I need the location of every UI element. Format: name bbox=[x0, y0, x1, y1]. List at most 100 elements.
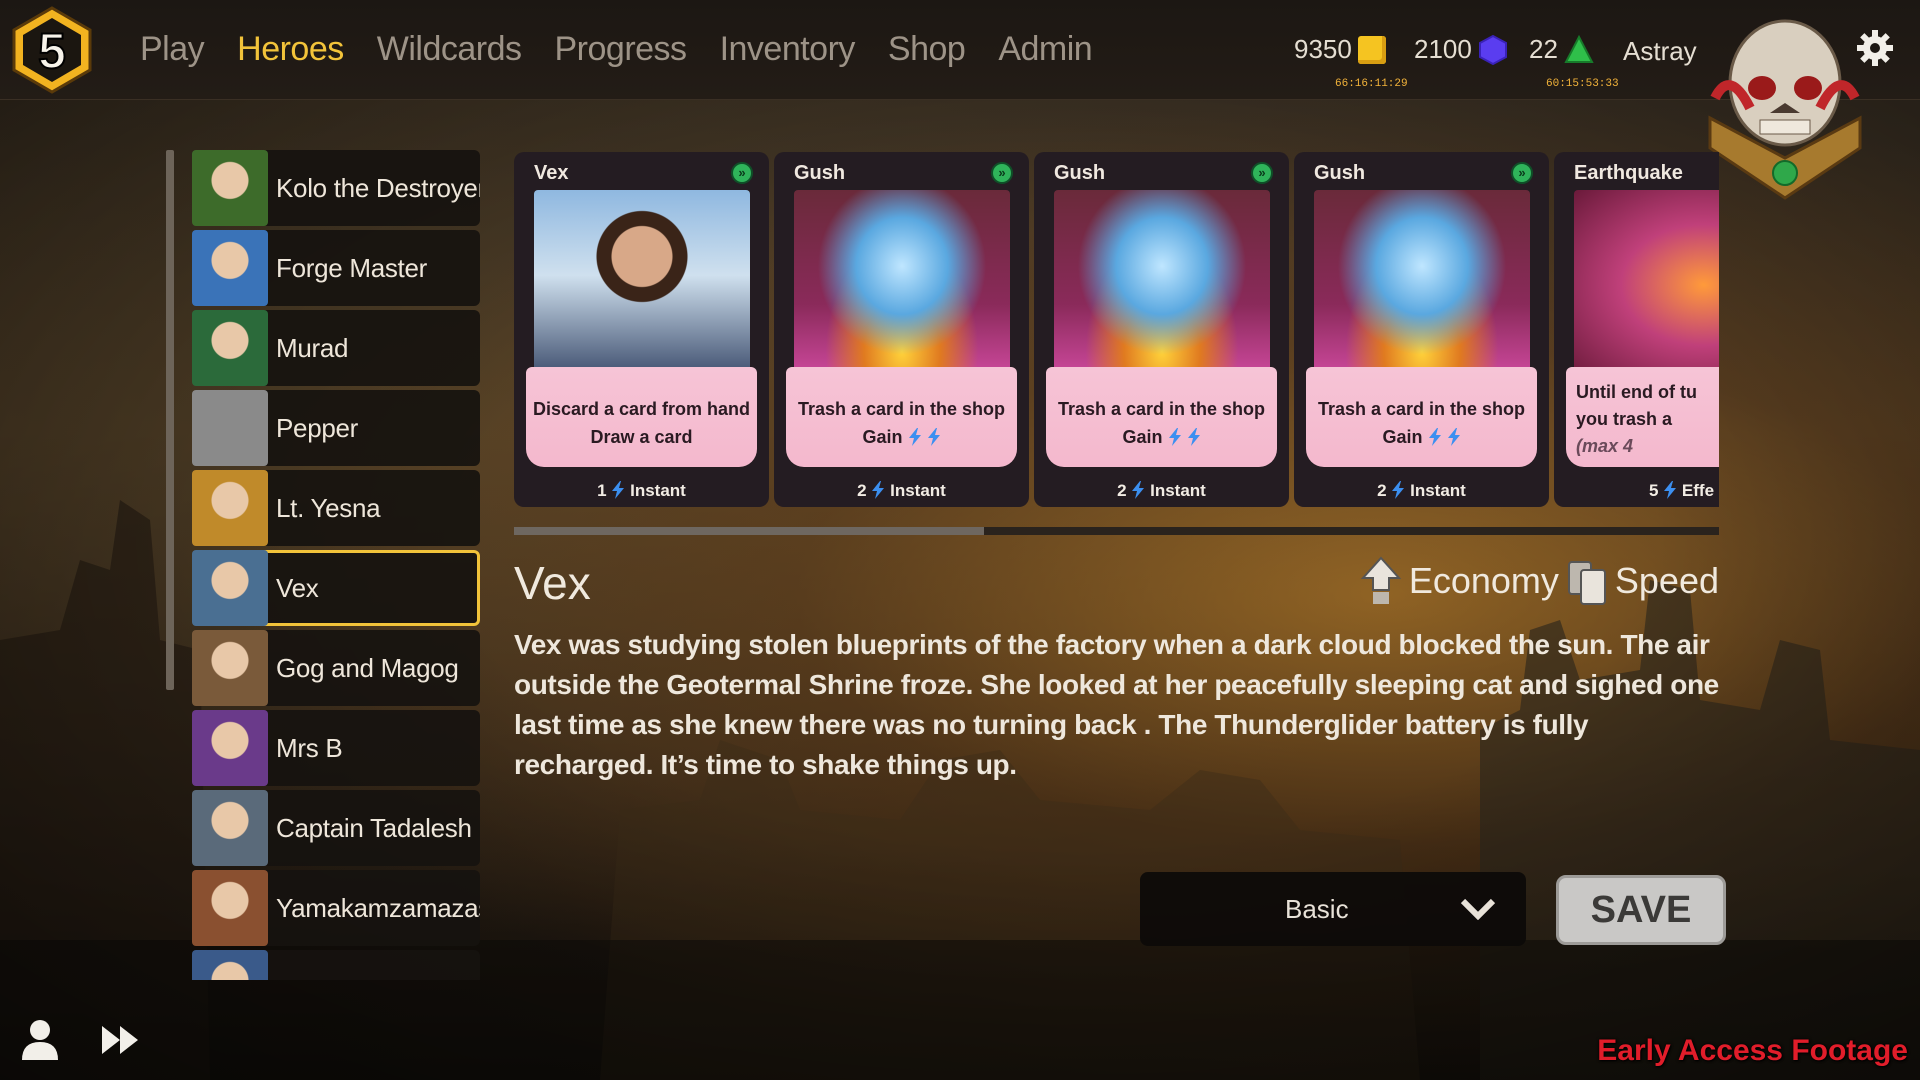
hero-list-item[interactable]: Pepper bbox=[192, 390, 480, 466]
nav-inventory[interactable]: Inventory bbox=[720, 30, 856, 69]
hero-portrait bbox=[192, 150, 268, 226]
energy-currency[interactable]: 22 bbox=[1529, 34, 1594, 65]
card-upgrade-badge-icon[interactable]: » bbox=[1511, 162, 1533, 184]
hero-list-item[interactable] bbox=[192, 950, 480, 980]
save-button[interactable]: SAVE bbox=[1556, 875, 1726, 945]
card-text: Until end of tu you trash a (max 4 bbox=[1566, 367, 1719, 467]
card-title: Gush bbox=[1314, 162, 1366, 184]
energy-bolt-icon bbox=[612, 481, 625, 499]
card-art bbox=[1574, 190, 1719, 380]
card-upgrade-badge-icon[interactable]: » bbox=[731, 162, 753, 184]
hero-portrait bbox=[192, 310, 268, 386]
card-title: Earthquake bbox=[1574, 162, 1683, 184]
card-scroll-thumb[interactable] bbox=[514, 527, 984, 535]
card-art bbox=[1054, 190, 1270, 380]
gold-timer: 66:16:11:29 bbox=[1335, 78, 1408, 90]
nav-admin[interactable]: Admin bbox=[998, 30, 1092, 69]
card-text: Trash a card in the shop Gain bbox=[786, 367, 1017, 467]
main-nav: Play Heroes Wildcards Progress Inventory Shop… bbox=[140, 30, 1125, 69]
card-type: Effe bbox=[1681, 481, 1715, 500]
card-cost-type: 1 Instant bbox=[514, 481, 769, 501]
deck-select-dropdown[interactable]: Basic bbox=[1140, 872, 1526, 946]
hero-list-item[interactable]: Captain Tadalesh bbox=[192, 790, 480, 866]
hero-list-item[interactable]: Mrs B bbox=[192, 710, 480, 786]
gem-amount: 2100 bbox=[1414, 34, 1472, 64]
logo-number: 5 bbox=[38, 23, 66, 79]
hero-list-item[interactable]: Forge Master bbox=[192, 230, 480, 306]
card-art bbox=[794, 190, 1010, 380]
nav-heroes[interactable]: Heroes bbox=[237, 30, 344, 69]
card-line1: Trash a card in the shop bbox=[797, 399, 1006, 419]
hero-name: Lt. Yesna bbox=[276, 492, 381, 523]
hero-list-item[interactable]: Murad bbox=[192, 310, 480, 386]
card-cost-type: 2 Instant bbox=[774, 481, 1029, 501]
card-type: Instant bbox=[1150, 481, 1206, 500]
energy-bolt-icon bbox=[1168, 428, 1181, 446]
card-vex[interactable]: Vex » Discard a card from hand Draw a card 1… bbox=[514, 152, 769, 507]
chevron-down-icon bbox=[1460, 898, 1496, 920]
card-art bbox=[1314, 190, 1530, 380]
economy-tag: Economy bbox=[1408, 560, 1559, 601]
hero-portrait bbox=[192, 710, 268, 786]
gem-currency[interactable]: 2100 bbox=[1414, 34, 1508, 65]
hero-name: Captain Tadalesh bbox=[276, 812, 472, 843]
card-gush[interactable]: Gush » Trash a card in the shop Gain 2 Inst… bbox=[774, 152, 1029, 507]
energy-bolt-icon bbox=[1132, 481, 1145, 499]
nav-wildcards[interactable]: Wildcards bbox=[377, 30, 522, 69]
card-line2: you trash a bbox=[1576, 409, 1673, 429]
card-title: Vex bbox=[534, 162, 569, 184]
card-upgrade-badge-icon[interactable]: » bbox=[991, 162, 1013, 184]
hero-description: Vex was studying stolen blueprints of th… bbox=[514, 629, 1719, 780]
username[interactable]: Astray bbox=[1623, 36, 1697, 67]
nav-play[interactable]: Play bbox=[140, 30, 205, 69]
hero-tags: Economy Speed bbox=[1359, 556, 1719, 606]
hero-portrait bbox=[192, 550, 268, 626]
hero-portrait bbox=[192, 870, 268, 946]
hero-portrait bbox=[192, 470, 268, 546]
hero-name: Yamakamzamazashi bbox=[276, 892, 480, 923]
hero-list-item[interactable]: Gog and Magog bbox=[192, 630, 480, 706]
card-cost: 2 bbox=[1117, 481, 1127, 500]
hero-list-item[interactable]: Vex bbox=[192, 550, 480, 626]
card-cost: 5 bbox=[1648, 481, 1659, 500]
speed-cards-icon bbox=[1567, 561, 1606, 605]
hero-name: Kolo the Destroyer bbox=[276, 172, 480, 203]
card-gush[interactable]: Gush » Trash a card in the shop Gain 2 Inst… bbox=[1294, 152, 1549, 507]
energy-bolt-icon bbox=[1664, 481, 1677, 499]
hero-portrait bbox=[192, 230, 268, 306]
card-text: Trash a card in the shop Gain bbox=[1306, 367, 1537, 467]
hero-list-scrollbar[interactable] bbox=[166, 150, 174, 690]
gold-currency[interactable]: 9350 bbox=[1294, 34, 1386, 65]
energy-amount: 22 bbox=[1529, 34, 1558, 64]
game-logo[interactable]: 5 bbox=[6, 4, 98, 96]
hero-list-item[interactable]: Kolo the Destroyer bbox=[192, 150, 480, 226]
energy-bolt-icon bbox=[908, 428, 921, 446]
nav-shop[interactable]: Shop bbox=[888, 30, 966, 69]
card-cost: 1 bbox=[597, 481, 607, 500]
nav-progress[interactable]: Progress bbox=[555, 30, 688, 69]
hero-portrait bbox=[192, 390, 268, 466]
hero-list-item[interactable]: Lt. Yesna bbox=[192, 470, 480, 546]
profile-icon[interactable] bbox=[20, 1018, 60, 1060]
hero-list-item[interactable]: Yamakamzamazashi bbox=[192, 870, 480, 946]
card-earthquake[interactable]: Earthquake Until end of tu you trash a (max… bbox=[1554, 152, 1719, 507]
top-bar: 5 Play Heroes Wildcards Progress Inventory Sh… bbox=[0, 0, 1920, 100]
speed-tag: Speed bbox=[1614, 560, 1719, 601]
hero-name: Mrs B bbox=[276, 732, 343, 763]
card-title: Gush bbox=[1054, 162, 1106, 184]
energy-bolt-icon bbox=[1187, 428, 1200, 446]
deck-select-value: Basic bbox=[1285, 894, 1349, 924]
card-carousel: Vex » Discard a card from hand Draw a card 1… bbox=[514, 152, 1719, 507]
hero-title: Vex bbox=[514, 557, 591, 609]
card-cost: 2 bbox=[857, 481, 867, 500]
hero-name: Forge Master bbox=[276, 252, 428, 283]
card-title: Gush bbox=[794, 162, 846, 184]
card-cost-type: 2 Instant bbox=[1034, 481, 1289, 501]
card-line1: Trash a card in the shop bbox=[1057, 399, 1266, 419]
card-gush[interactable]: Gush » Trash a card in the shop Gain 2 Inst… bbox=[1034, 152, 1289, 507]
hero-name: Vex bbox=[276, 572, 319, 603]
card-line2: Gain bbox=[1122, 427, 1163, 447]
fast-forward-icon[interactable] bbox=[100, 1024, 140, 1056]
energy-bolt-icon bbox=[1392, 481, 1405, 499]
card-upgrade-badge-icon[interactable]: » bbox=[1251, 162, 1273, 184]
